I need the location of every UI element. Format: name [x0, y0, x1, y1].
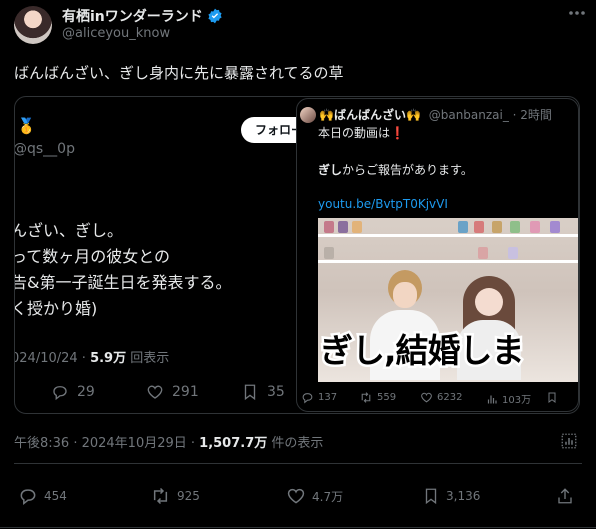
quoted-views-count: 5.9万	[90, 351, 127, 366]
quoted-bookmarks-count: 35	[267, 384, 285, 400]
analytics-icon[interactable]	[560, 432, 578, 450]
avatar[interactable]	[14, 6, 52, 44]
quoted-reply-button[interactable]: 29	[51, 383, 95, 401]
tweet-meta: 午後8:36 · 2024年10月29日 · 1,507.7万 件の表示	[14, 432, 323, 451]
tweet-views-label: 件の表示	[267, 436, 324, 451]
inner-line-2-rest: からご報告があります。	[342, 163, 473, 177]
video-thumbnail[interactable]: ぎし,結婚しま	[318, 218, 578, 382]
share-icon	[556, 486, 574, 506]
medal-icon: 🥇	[17, 117, 36, 135]
quoted-date[interactable]: 024/10/24 ·	[15, 351, 90, 366]
verified-badge-icon	[207, 8, 223, 24]
bookmark-icon	[422, 486, 440, 506]
reply-button[interactable]: 454	[18, 486, 67, 506]
share-button[interactable]	[556, 486, 574, 506]
replies-count: 454	[44, 489, 67, 503]
quoted-bookmark-button[interactable]: 35	[241, 383, 285, 401]
quoted-like-button[interactable]: 291	[146, 383, 199, 401]
divider	[14, 463, 582, 464]
quoted-views-label: 回表示	[126, 351, 170, 366]
divider	[0, 527, 596, 528]
tweet-text: ばんばんざい、ぎし身内に先に暴露されてるの草	[14, 64, 344, 82]
reply-icon	[301, 391, 314, 404]
reply-icon	[51, 383, 69, 401]
inner-views-button[interactable]: 103万	[486, 391, 531, 406]
inner-line-1: 本日の動画は❗	[318, 124, 405, 141]
bookmark-button[interactable]: 3,136	[422, 486, 480, 506]
inner-reply-button[interactable]: 137	[301, 391, 337, 404]
bookmark-icon	[546, 391, 558, 404]
tweet-timestamp[interactable]: 午後8:36 · 2024年10月29日 ·	[14, 436, 199, 451]
thumbnail-caption: ぎし,結婚しま	[318, 329, 527, 373]
retweet-icon	[359, 391, 373, 404]
inner-quoted-tweet[interactable]: 🙌ばんばんざい🙌 @banbanzai_ · 2時間 本日の動画は❗ ぎしからご…	[296, 98, 579, 412]
quoted-handle[interactable]: @qs__0p	[15, 141, 75, 157]
inner-author-row[interactable]: 🙌ばんばんざい🙌 @banbanzai_ · 2時間	[319, 106, 552, 123]
retweet-icon	[150, 486, 171, 506]
inner-avatar[interactable]	[300, 107, 316, 123]
heart-icon	[286, 486, 306, 506]
inner-link[interactable]: youtu.be/BvtpT0KjvVI	[318, 197, 448, 211]
inner-line-1-text: 本日の動画は	[318, 126, 391, 140]
author-name-row[interactable]: 有栖inワンダーランド	[62, 6, 223, 26]
inner-handle-time[interactable]: @banbanzai_ · 2時間	[429, 108, 552, 122]
quoted-tweet-card[interactable]: 🥇 @qs__0p フォロー んざい、ぎし。 って数ヶ月の彼女との 告&第一子誕…	[14, 96, 580, 414]
inner-display-name[interactable]: 🙌ばんばんざい🙌	[319, 108, 421, 122]
inner-like-button[interactable]: 6232	[420, 391, 462, 404]
more-icon[interactable]	[568, 10, 586, 16]
inner-retweets-count: 559	[377, 392, 397, 403]
quoted-meta: 024/10/24 · 5.9万 回表示	[15, 347, 170, 366]
retweet-button[interactable]: 925	[150, 486, 200, 506]
quoted-line-2: って数ヶ月の彼女との	[14, 247, 171, 266]
inner-retweet-button[interactable]: 559	[359, 391, 396, 404]
inner-views-count: 103万	[502, 395, 532, 406]
exclamation-icon: ❗	[390, 126, 405, 140]
quoted-line-4: く授かり婚)	[14, 299, 98, 318]
quoted-line-3: 告&第一子誕生日を発表する。	[14, 273, 232, 292]
inner-bookmark-button[interactable]	[546, 391, 558, 404]
views-icon	[486, 393, 498, 405]
like-button[interactable]: 4.7万	[286, 486, 343, 506]
quoted-replies-count: 29	[77, 384, 95, 400]
tweet-views-count: 1,507.7万	[199, 436, 268, 451]
inner-line-2-name: ぎし	[318, 163, 343, 177]
inner-line-2: ぎしからご報告があります。	[318, 161, 473, 178]
heart-icon	[146, 383, 164, 401]
bookmark-icon	[241, 383, 259, 401]
heart-icon	[420, 391, 433, 404]
reply-icon	[18, 486, 38, 506]
quoted-likes-count: 291	[172, 384, 199, 400]
inner-likes-count: 6232	[437, 392, 463, 403]
likes-count: 4.7万	[312, 489, 344, 504]
author-handle[interactable]: @aliceyou_know	[62, 26, 170, 41]
inner-replies-count: 137	[318, 392, 338, 403]
quoted-line-1: んざい、ぎし。	[14, 221, 124, 240]
bookmarks-count: 3,136	[446, 489, 481, 503]
author-display-name[interactable]: 有栖inワンダーランド	[62, 6, 203, 26]
retweets-count: 925	[177, 489, 200, 503]
